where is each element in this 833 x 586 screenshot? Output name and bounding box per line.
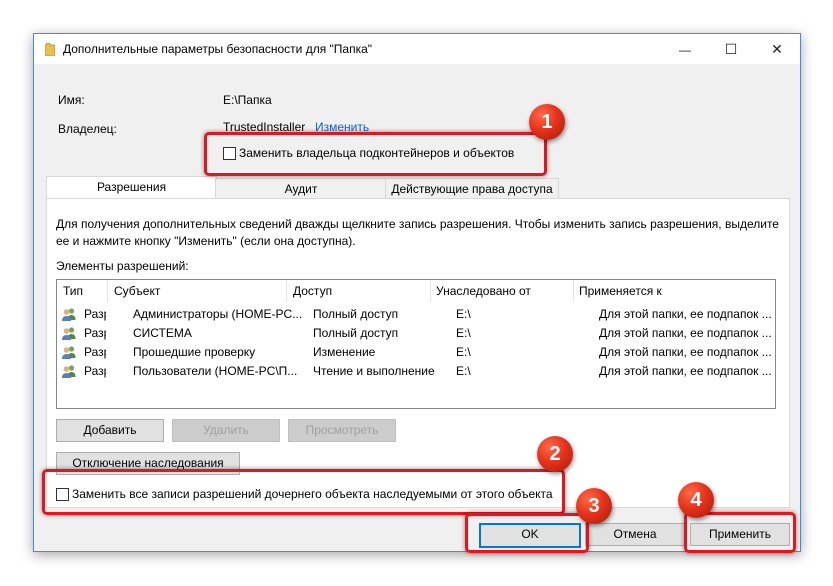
row-type: Разр... — [84, 345, 106, 359]
row-subject: Администраторы (HOME-PC... — [133, 307, 303, 321]
row-type: Разр... — [84, 326, 106, 340]
highlight-ok-button — [465, 513, 589, 553]
table-row[interactable]: Разр... Пользователи (HOME-PC\П... Чтени… — [57, 362, 775, 381]
row-subject: Пользователи (HOME-PC\П... — [133, 364, 298, 378]
permissions-description-line2: ее и нажмите кнопку "Изменить" (если она… — [56, 234, 356, 248]
highlight-replace-child — [42, 469, 565, 515]
column-header-access[interactable]: Доступ — [287, 280, 431, 302]
row-access: Изменение — [313, 345, 376, 359]
column-header-subject[interactable]: Субъект — [108, 280, 287, 302]
minimize-icon: — — [679, 43, 691, 57]
row-access: Чтение и выполнение — [313, 364, 435, 378]
row-applies: Для этой папки, ее подпапок ... — [599, 345, 772, 359]
window-title: Дополнительные параметры безопасности дл… — [63, 42, 373, 56]
row-inherited: E:\ — [456, 345, 471, 359]
row-inherited: E:\ — [456, 326, 471, 340]
tab-audit[interactable]: Аудит — [215, 178, 387, 199]
row-type: Разр... — [84, 307, 106, 321]
view-button[interactable]: Просмотреть — [288, 419, 396, 442]
close-icon: ✕ — [771, 41, 783, 57]
table-row[interactable]: Разр... Прошедшие проверку Изменение E:\… — [57, 343, 775, 362]
table-row[interactable]: Разр... Администраторы (HOME-PC... Полны… — [57, 305, 775, 324]
maximize-icon: ☐ — [724, 41, 738, 57]
row-type: Разр... — [84, 364, 106, 378]
permission-entries-list[interactable]: Тип Субъект Доступ Унаследовано от Приме… — [56, 279, 776, 409]
users-icon — [62, 346, 76, 359]
permission-entries-label: Элементы разрешений: — [56, 259, 189, 273]
column-header-inherited[interactable]: Унаследовано от — [430, 280, 574, 302]
name-label: Имя: — [58, 93, 85, 107]
users-icon — [62, 308, 76, 321]
add-button[interactable]: Добавить — [56, 419, 164, 442]
row-inherited: E:\ — [456, 307, 471, 321]
title-bar: Дополнительные параметры безопасности дл… — [34, 34, 800, 64]
name-value: E:\Папка — [223, 93, 272, 107]
row-applies: Для этой папки, ее подпапок ... — [599, 307, 772, 321]
users-icon — [62, 365, 76, 378]
row-applies: Для этой папки, ее подпапок ... — [599, 364, 772, 378]
permissions-description-line1: Для получения дополнительных сведений дв… — [56, 217, 779, 231]
row-access: Полный доступ — [313, 307, 399, 321]
step-badge-2: 2 — [537, 436, 573, 472]
row-subject: СИСТЕМА — [133, 326, 192, 340]
maximize-button[interactable]: ☐ — [708, 34, 754, 64]
step-badge-3: 3 — [576, 488, 612, 524]
highlight-apply-button — [684, 512, 796, 553]
users-icon — [62, 327, 76, 340]
row-applies: Для этой папки, ее подпапок ... — [599, 326, 772, 340]
row-inherited: E:\ — [456, 364, 471, 378]
folder-icon — [45, 43, 55, 56]
minimize-button[interactable]: — — [662, 34, 708, 64]
close-button[interactable]: ✕ — [754, 34, 800, 64]
row-subject: Прошедшие проверку — [133, 345, 256, 359]
cancel-button[interactable]: Отмена — [585, 523, 685, 546]
row-access: Полный доступ — [313, 326, 399, 340]
owner-label: Владелец: — [58, 122, 117, 136]
column-header-type[interactable]: Тип — [57, 280, 108, 302]
column-header-applies[interactable]: Применяется к — [573, 280, 773, 302]
step-badge-4: 4 — [678, 482, 714, 518]
step-badge-1: 1 — [529, 104, 565, 140]
table-row[interactable]: Разр... СИСТЕМА Полный доступ E:\ Для эт… — [57, 324, 775, 343]
tab-effective-access[interactable]: Действующие права доступа — [385, 178, 559, 199]
tab-permissions[interactable]: Разрешения — [46, 176, 217, 199]
remove-button[interactable]: Удалить — [172, 419, 280, 442]
highlight-replace-owner — [204, 132, 547, 176]
